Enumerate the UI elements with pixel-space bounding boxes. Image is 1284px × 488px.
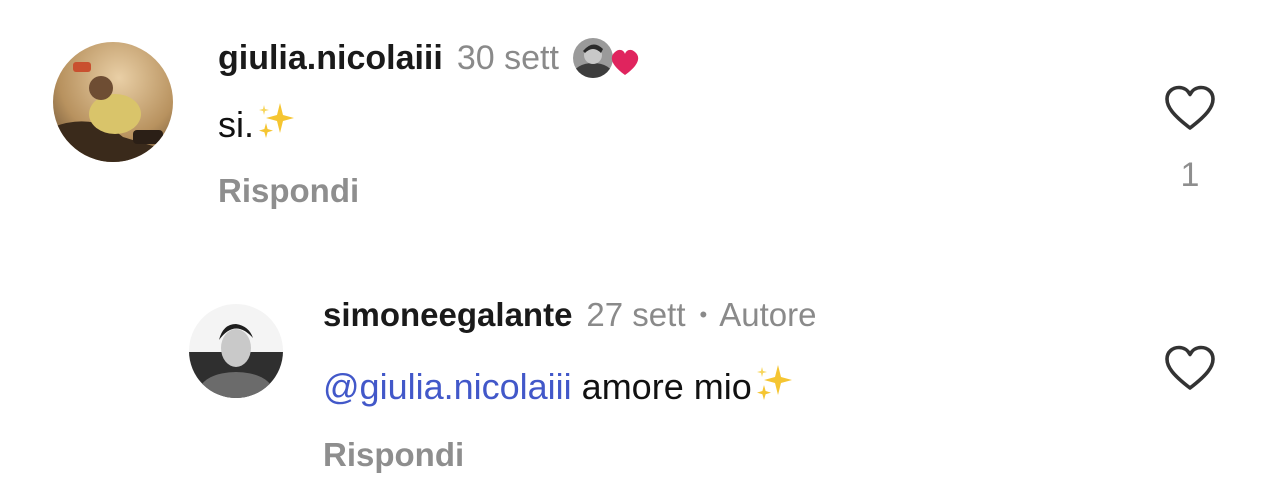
reply-button[interactable]: Rispondi: [323, 436, 464, 474]
mention-link[interactable]: @giulia.nicolaiii: [323, 366, 572, 408]
reply-comment-item: simoneegalante 27 sett • Autore @giulia.…: [0, 250, 1284, 488]
comment-text: si.: [218, 104, 254, 145]
username[interactable]: simoneegalante: [323, 296, 572, 334]
avatar[interactable]: [53, 42, 173, 162]
comment-text: amore mio: [571, 366, 752, 407]
timestamp: 27 sett: [586, 296, 686, 333]
avatar-image: [189, 304, 283, 398]
comment-header: simoneegalante 27 sett • Autore: [323, 292, 816, 338]
author-like-badge-icon: [571, 35, 645, 81]
reply-button[interactable]: Rispondi: [218, 172, 359, 210]
timestamp: 30 sett: [456, 38, 559, 77]
like-button[interactable]: [1163, 344, 1217, 394]
avatar[interactable]: [189, 304, 283, 398]
author-badge: Autore: [719, 296, 817, 333]
sparkles-emoji-icon: [254, 99, 298, 152]
like-button[interactable]: [1163, 84, 1217, 134]
heart-outline-icon: [1165, 345, 1215, 390]
username[interactable]: giulia.nicolaiii: [218, 39, 443, 78]
sparkles-emoji-icon: [752, 361, 796, 414]
comment-header: giulia.nicolaiii 30 sett: [218, 34, 645, 82]
avatar-image: [53, 42, 173, 162]
heart-outline-icon: [1165, 85, 1215, 130]
comment-body: si.: [218, 100, 298, 150]
separator-dot: •: [699, 302, 708, 327]
comment-body: @giulia.nicolaiii amore mio: [323, 362, 796, 412]
comment-item: giulia.nicolaiii 30 sett si. Rispondi 1: [0, 0, 1284, 240]
like-count: 1: [1180, 156, 1200, 194]
